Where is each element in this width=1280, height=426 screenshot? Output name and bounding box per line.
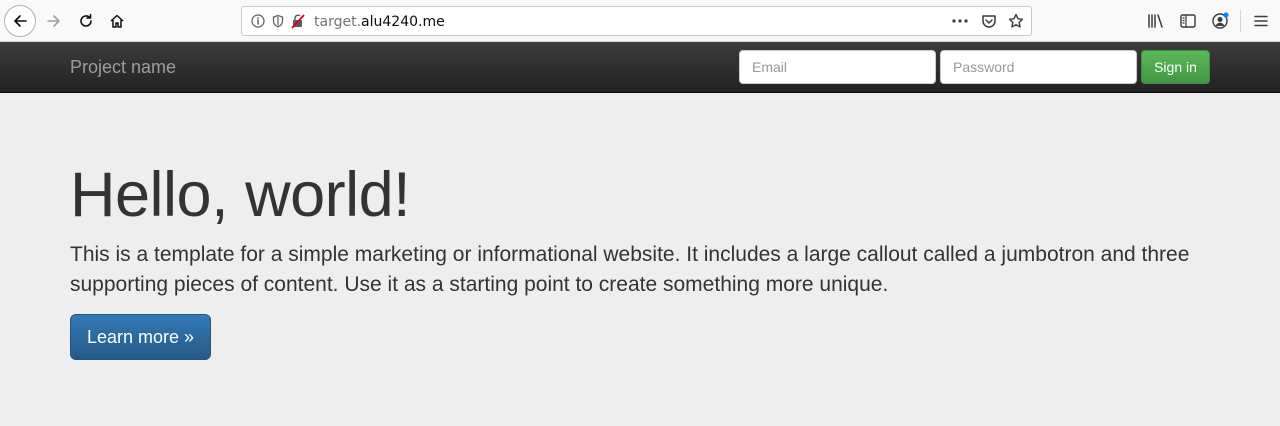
- url-domain: alu4240.me: [361, 14, 445, 30]
- reload-button[interactable]: [70, 5, 102, 37]
- bookmark-star-icon[interactable]: [1008, 13, 1024, 29]
- forward-button[interactable]: [38, 5, 70, 37]
- home-icon: [110, 14, 124, 28]
- back-arrow-icon: [14, 15, 27, 27]
- pocket-icon[interactable]: [981, 13, 997, 29]
- forward-arrow-icon: [47, 15, 60, 27]
- back-button[interactable]: [4, 5, 36, 37]
- account-icon[interactable]: [1210, 11, 1230, 31]
- learn-more-button[interactable]: Learn more »: [70, 314, 211, 360]
- browser-toolbar: target.alu4240.me: [0, 0, 1280, 42]
- url-text[interactable]: target.alu4240.me: [314, 13, 445, 31]
- email-input[interactable]: [739, 50, 936, 84]
- brand-link[interactable]: Project name: [70, 57, 176, 77]
- reload-icon: [80, 13, 92, 27]
- more-actions-icon[interactable]: [952, 13, 968, 29]
- jumbotron-text: This is a template for a simple marketin…: [70, 243, 1190, 296]
- toolbar-divider: [1240, 10, 1241, 32]
- home-button[interactable]: [101, 5, 133, 37]
- hamburger-menu-icon[interactable]: [1251, 11, 1271, 31]
- jumbotron: Hello, world! This is a template for a s…: [0, 93, 1280, 426]
- info-icon[interactable]: [250, 13, 266, 29]
- password-input[interactable]: [940, 50, 1137, 84]
- jumbotron-title: Hello, world!: [70, 160, 411, 230]
- sidebar-icon[interactable]: [1178, 11, 1198, 31]
- site-navbar: Project name Sign in: [0, 42, 1280, 93]
- url-bar[interactable]: target.alu4240.me: [241, 6, 1032, 36]
- library-icon[interactable]: [1146, 11, 1166, 31]
- insecure-connection-icon[interactable]: [290, 13, 306, 29]
- shield-icon[interactable]: [270, 13, 286, 29]
- sign-in-button[interactable]: Sign in: [1141, 50, 1210, 84]
- url-prefix: target.: [314, 14, 362, 30]
